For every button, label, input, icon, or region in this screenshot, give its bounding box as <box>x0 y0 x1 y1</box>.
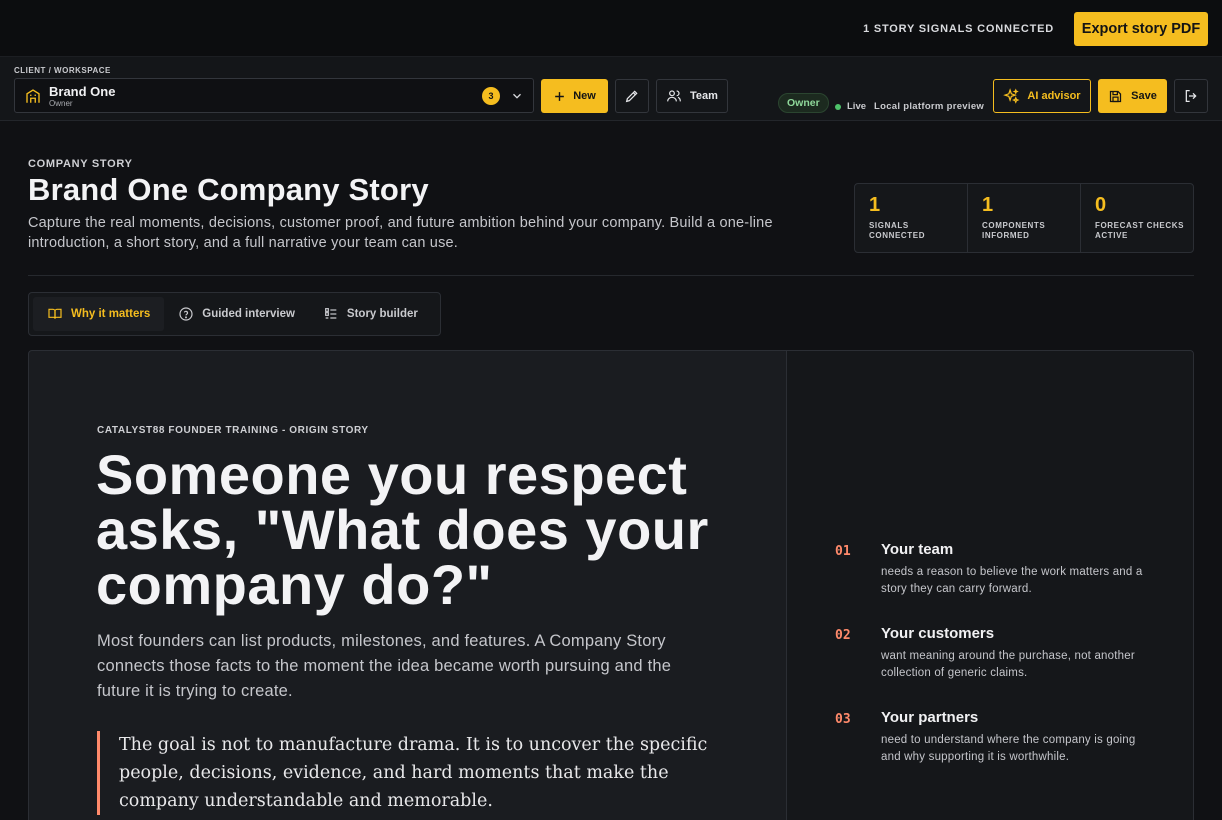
top-bar: 1 STORY SIGNALS CONNECTED Export story P… <box>0 0 1222 57</box>
section-divider <box>28 275 1194 276</box>
page-eyebrow: COMPANY STORY <box>28 158 133 170</box>
signals-status: 1 STORY SIGNALS CONNECTED <box>863 23 1054 35</box>
stat-value: 0 <box>1095 194 1107 216</box>
reason-number: 02 <box>835 628 851 643</box>
reason-number: 01 <box>835 544 851 559</box>
new-button-label: New <box>573 90 596 102</box>
stat-label: COMPONENTS INFORMED <box>982 221 1046 240</box>
list-item: 03 Your partners need to understand wher… <box>835 709 1155 766</box>
logout-button[interactable] <box>1174 79 1208 113</box>
chevron-down-icon <box>513 93 521 99</box>
stat-label: SIGNALS CONNECTED <box>869 221 926 240</box>
book-open-icon <box>48 308 62 319</box>
stat-value: 1 <box>982 194 994 216</box>
reason-title: Your partners <box>881 709 979 726</box>
workspace-selector[interactable]: Brand One Owner 3 <box>14 78 534 113</box>
export-story-pdf-button[interactable]: Export story PDF <box>1074 12 1208 46</box>
live-status: Live Local platform preview <box>835 101 984 112</box>
sparkles-icon <box>1003 87 1020 104</box>
tab-story-builder[interactable]: Story builder <box>309 297 432 331</box>
users-icon <box>667 90 681 102</box>
edit-button[interactable] <box>615 79 649 113</box>
story-quote: The goal is not to manufacture drama. It… <box>97 731 737 815</box>
pencil-icon <box>625 90 638 103</box>
new-button[interactable]: New <box>541 79 608 113</box>
tab-guided-interview[interactable]: Guided interview <box>164 297 309 331</box>
tab-label: Story builder <box>346 308 418 320</box>
stat-forecast: 0 FORECAST CHECKS ACTIVE <box>1081 184 1193 252</box>
list-item: 01 Your team needs a reason to believe t… <box>835 541 1155 598</box>
tab-why-it-matters[interactable]: Why it matters <box>33 297 165 331</box>
workspace-bar: CLIENT / WORKSPACE Brand One Owner 3 New… <box>0 57 1222 121</box>
building-icon <box>26 89 40 103</box>
stats-panel: 1 SIGNALS CONNECTED 1 COMPONENTS INFORME… <box>854 183 1194 253</box>
audience-list: 01 Your team needs a reason to believe t… <box>835 541 1155 793</box>
reason-number: 03 <box>835 712 851 727</box>
workspace-caption: CLIENT / WORKSPACE <box>14 66 111 75</box>
save-button[interactable]: Save <box>1098 79 1167 113</box>
reason-text: need to understand where the company is … <box>881 734 1136 763</box>
stat-components: 1 COMPONENTS INFORMED <box>968 184 1081 252</box>
story-tabs: Why it matters Guided interview Story bu… <box>28 292 441 336</box>
plus-icon <box>555 91 565 101</box>
ai-advisor-label: AI advisor <box>1027 90 1081 102</box>
list-icon <box>324 308 337 319</box>
reason-title: Your customers <box>881 625 995 642</box>
save-button-label: Save <box>1131 90 1157 102</box>
team-button[interactable]: Team <box>656 79 728 113</box>
story-headline: Someone you respect asks, "What does you… <box>96 443 709 616</box>
reason-title: Your team <box>881 541 954 558</box>
audience-panel: 01 Your team needs a reason to believe t… <box>786 351 1193 820</box>
story-kicker: CATALYST88 FOUNDER TRAINING - ORIGIN STO… <box>97 425 369 436</box>
logout-icon <box>1185 90 1197 102</box>
tab-label: Guided interview <box>202 308 295 320</box>
live-label: Live <box>847 101 867 112</box>
list-item: 02 Your customers want meaning around th… <box>835 625 1155 682</box>
reason-text: want meaning around the purchase, not an… <box>881 650 1135 679</box>
team-button-label: Team <box>690 90 718 102</box>
live-dot-icon <box>835 103 841 110</box>
question-circle-icon <box>179 307 193 321</box>
tab-label: Why it matters <box>71 308 151 320</box>
stat-signals: 1 SIGNALS CONNECTED <box>855 184 968 252</box>
stat-label: FORECAST CHECKS ACTIVE <box>1095 221 1185 240</box>
workspace-count-badge: 3 <box>482 87 500 105</box>
owner-badge: Owner <box>778 93 829 113</box>
ai-advisor-button[interactable]: AI advisor <box>993 79 1091 113</box>
preview-label: Local platform preview <box>874 101 985 112</box>
workspace-role: Owner <box>49 99 73 108</box>
reason-text: needs a reason to believe the work matte… <box>881 566 1143 595</box>
why-it-matters-panel: CATALYST88 FOUNDER TRAINING - ORIGIN STO… <box>28 350 1194 820</box>
story-body: Most founders can list products, milesto… <box>97 632 672 700</box>
workspace-name: Brand One <box>49 84 116 99</box>
stat-value: 1 <box>869 194 881 216</box>
page-title: Brand One Company Story <box>28 172 429 207</box>
page-description: Capture the real moments, decisions, cus… <box>28 215 773 251</box>
floppy-disk-icon <box>1110 90 1122 102</box>
